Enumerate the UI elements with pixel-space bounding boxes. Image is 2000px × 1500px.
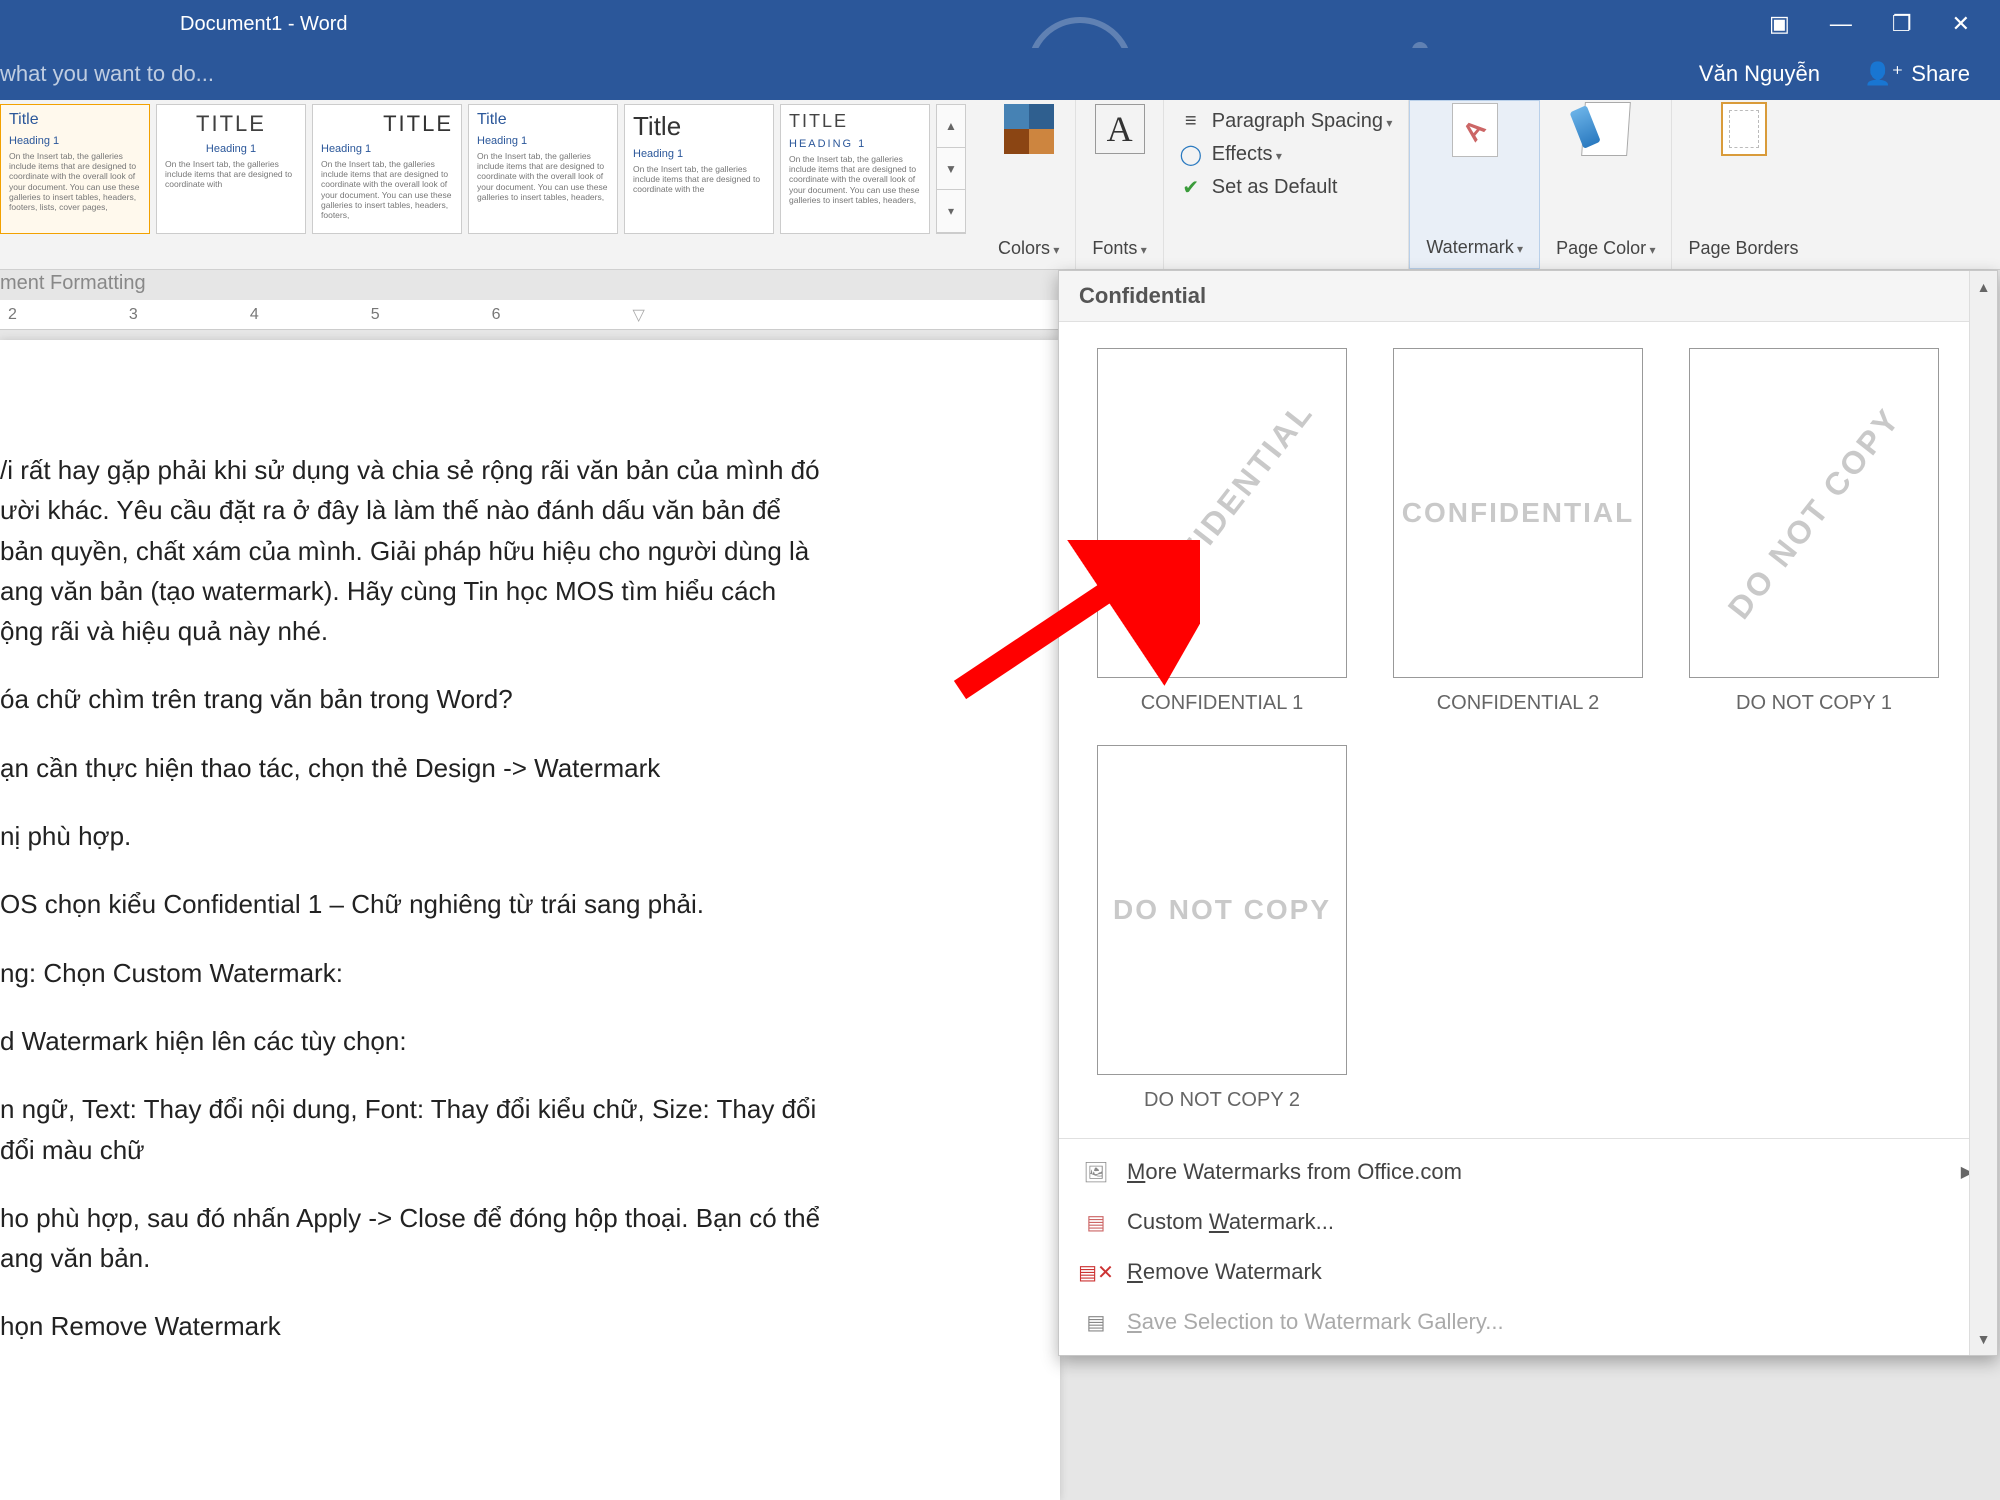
watermark-button[interactable]: A Watermark (1409, 100, 1540, 269)
style-card-5[interactable]: Title Heading 1 On the Insert tab, the g… (624, 104, 774, 234)
more-watermarks-menu-item[interactable]: 🖼 More Watermarks from Office.com ▶ (1059, 1147, 1997, 1197)
watermark-option-do-not-copy-2[interactable]: DO NOT COPY DO NOT COPY 2 (1089, 745, 1355, 1112)
scroll-down-icon[interactable]: ▼ (1974, 1329, 1994, 1349)
formatting-options-group: ≡ Paragraph Spacing ◯ Effects ✔ Set as D… (1164, 100, 1410, 269)
check-icon: ✔ (1180, 177, 1202, 199)
fonts-button[interactable]: A Fonts (1076, 100, 1163, 269)
body-paragraph: /i rất hay gặp phải khi sử dụng và chia … (0, 450, 1060, 651)
gallery-scroll: ▲ ▼ ▾ (936, 104, 966, 234)
watermark-option-do-not-copy-1[interactable]: DO NOT COPY DO NOT COPY 1 (1681, 348, 1947, 715)
gallery-more-icon[interactable]: ▾ (937, 190, 965, 233)
office-icon: 🖼 (1083, 1159, 1109, 1185)
watermark-menu: 🖼 More Watermarks from Office.com ▶ ▤ Cu… (1059, 1138, 1997, 1355)
title-bar: Document1 - Word ▣ ― ❐ ✕ (0, 0, 2000, 48)
style-card-1[interactable]: Title Heading 1 On the Insert tab, the g… (0, 104, 150, 234)
panel-scrollbar[interactable]: ▲ ▼ (1969, 271, 1997, 1355)
gallery-up-icon[interactable]: ▲ (937, 105, 965, 148)
document-formatting-gallery: Title Heading 1 On the Insert tab, the g… (0, 100, 982, 269)
body-paragraph: n ngữ, Text: Thay đổi nội dung, Font: Th… (0, 1089, 1060, 1170)
ribbon: Title Heading 1 On the Insert tab, the g… (0, 100, 2000, 270)
ruler-tab-stop-icon: ▽ (633, 305, 645, 325)
gallery-down-icon[interactable]: ▼ (937, 148, 965, 191)
page-borders-icon (1719, 104, 1769, 154)
minimize-icon[interactable]: ― (1830, 11, 1852, 37)
gallery-group-label: ment Formatting (0, 272, 146, 295)
watermark-option-confidential-2[interactable]: CONFIDENTIAL CONFIDENTIAL 2 (1385, 348, 1651, 715)
close-icon[interactable]: ✕ (1952, 11, 1970, 37)
body-paragraph: ạn cần thực hiện thao tác, chọn thẻ Desi… (0, 748, 1060, 788)
colors-button[interactable]: Colors (982, 100, 1076, 269)
ruler[interactable]: 2 3 4 5 6 ▽ (0, 300, 1060, 330)
body-paragraph: nị phù hợp. (0, 816, 1060, 856)
save-to-gallery-menu-item: ▤ Save Selection to Watermark Gallery... (1059, 1297, 1997, 1347)
paragraph-spacing-icon: ≡ (1180, 111, 1202, 133)
tell-me-input[interactable]: what you want to do... (0, 61, 214, 87)
body-paragraph: óa chữ chìm trên trang văn bản trong Wor… (0, 679, 1060, 719)
custom-watermark-menu-item[interactable]: ▤ Custom Watermark... (1059, 1197, 1997, 1247)
document-title: Document1 - Word (180, 13, 347, 36)
page-color-button[interactable]: Page Color (1540, 100, 1672, 269)
ribbon-display-options-icon[interactable]: ▣ (1769, 11, 1790, 37)
watermark-category-header: Confidential (1059, 271, 1997, 322)
user-name[interactable]: Văn Nguyễn (1699, 61, 1820, 87)
watermark-gallery-panel: ▲ ▼ Confidential CONFIDENTIAL CONFIDENTI… (1058, 270, 1998, 1356)
body-paragraph: OS chọn kiểu Confidential 1 – Chữ nghiên… (0, 884, 1060, 924)
watermark-icon: A (1450, 105, 1500, 155)
share-icon: 👤⁺ (1864, 61, 1903, 87)
ribbon-top-row: what you want to do... Văn Nguyễn 👤⁺ Sha… (0, 48, 2000, 100)
share-button[interactable]: 👤⁺ Share (1864, 61, 1970, 87)
restore-icon[interactable]: ❐ (1892, 11, 1912, 37)
style-card-3[interactable]: TITLE Heading 1 On the Insert tab, the g… (312, 104, 462, 234)
fonts-icon: A (1095, 104, 1145, 154)
page-borders-button[interactable]: Page Borders (1672, 100, 1814, 269)
remove-watermark-menu-item[interactable]: ▤✕ Remove Watermark (1059, 1247, 1997, 1297)
body-paragraph: ng: Chọn Custom Watermark: (0, 953, 1060, 993)
remove-icon: ▤✕ (1083, 1259, 1109, 1285)
body-paragraph: d Watermark hiện lên các tùy chọn: (0, 1021, 1060, 1061)
watermark-option-confidential-1[interactable]: CONFIDENTIAL CONFIDENTIAL 1 (1089, 348, 1355, 715)
page-color-icon (1581, 104, 1631, 154)
style-card-6[interactable]: TITLE HEADING 1 On the Insert tab, the g… (780, 104, 930, 234)
body-paragraph: họn Remove Watermark (0, 1306, 1060, 1346)
scroll-up-icon[interactable]: ▲ (1974, 277, 1994, 297)
colors-icon (1004, 104, 1054, 154)
paragraph-spacing-button[interactable]: ≡ Paragraph Spacing (1180, 110, 1393, 133)
body-paragraph: ho phù hợp, sau đó nhấn Apply -> Close đ… (0, 1198, 1060, 1279)
style-card-4[interactable]: Title Heading 1 On the Insert tab, the g… (468, 104, 618, 234)
page-icon: ▤ (1083, 1209, 1109, 1235)
style-card-2[interactable]: TITLE Heading 1 On the Insert tab, the g… (156, 104, 306, 234)
set-as-default-button[interactable]: ✔ Set as Default (1180, 176, 1393, 199)
document-page[interactable]: /i rất hay gặp phải khi sử dụng và chia … (0, 340, 1060, 1500)
effects-icon: ◯ (1180, 144, 1202, 166)
effects-button[interactable]: ◯ Effects (1180, 143, 1393, 166)
save-icon: ▤ (1083, 1309, 1109, 1335)
